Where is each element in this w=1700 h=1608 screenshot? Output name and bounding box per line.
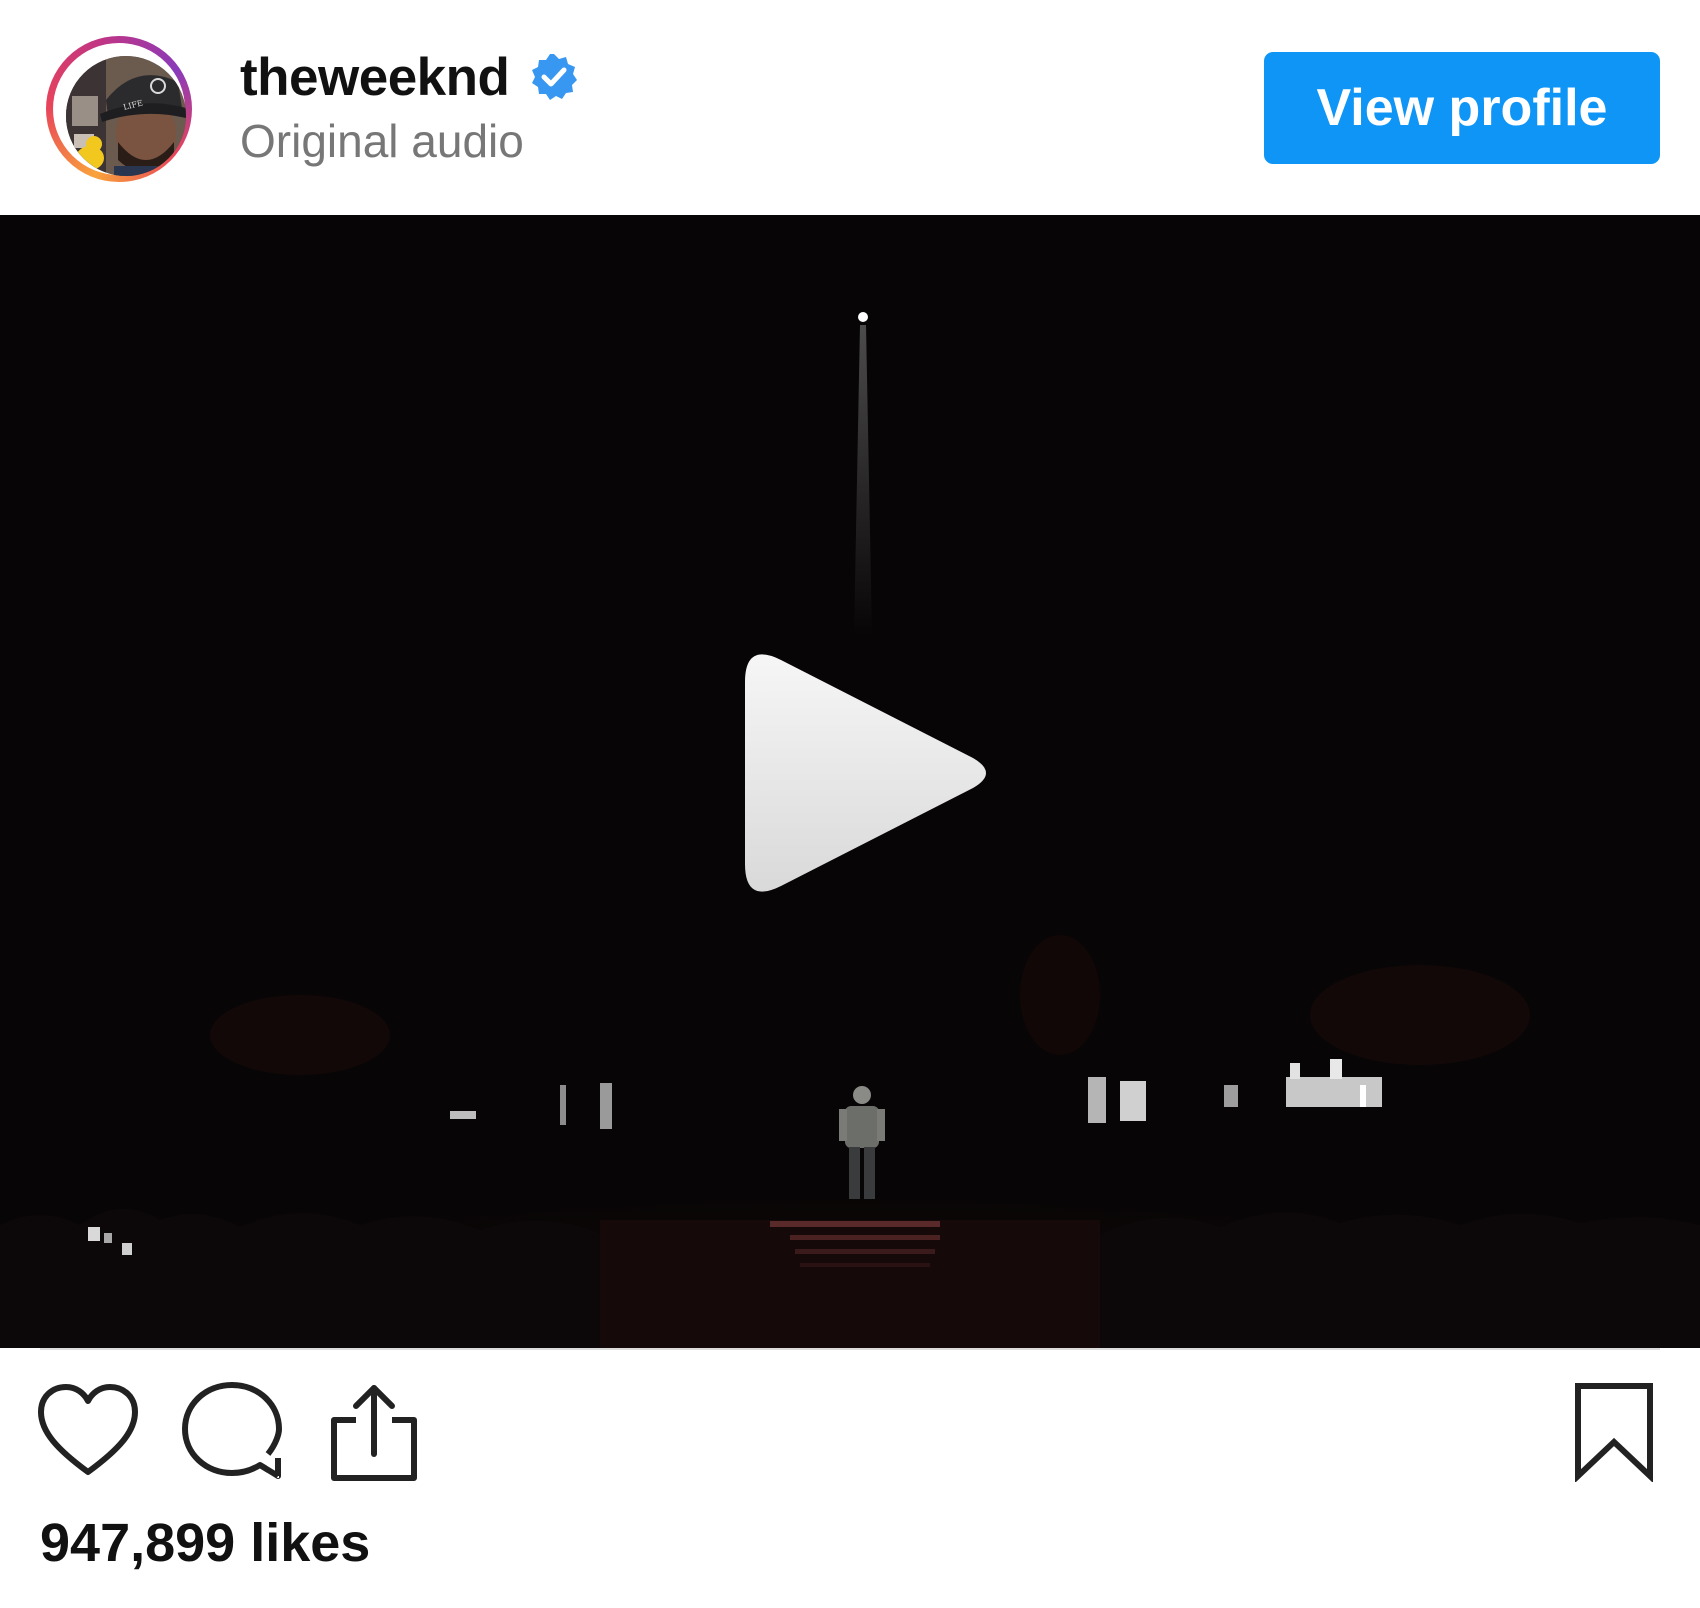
- divider: [40, 1348, 1660, 1350]
- verified-badge-icon: [529, 52, 579, 102]
- avatar-image: LIFE: [66, 56, 186, 176]
- play-button[interactable]: [737, 640, 993, 906]
- avatar-story-ring[interactable]: LIFE: [46, 36, 192, 182]
- video-player[interactable]: [0, 215, 1700, 1348]
- audio-label[interactable]: Original audio: [240, 114, 524, 168]
- share-icon[interactable]: [328, 1382, 420, 1482]
- comment-icon[interactable]: [182, 1382, 282, 1482]
- username[interactable]: theweeknd: [240, 47, 510, 108]
- view-profile-button[interactable]: View profile: [1264, 52, 1660, 164]
- avatar-ring-gap: LIFE: [53, 43, 186, 176]
- avatar[interactable]: LIFE: [66, 56, 186, 176]
- heart-icon[interactable]: [38, 1384, 138, 1480]
- username-row: theweeknd: [240, 46, 579, 108]
- play-icon: [745, 654, 986, 892]
- post-header: LIFE theweeknd Original audio View profi…: [0, 0, 1700, 215]
- likes-count[interactable]: 947,899 likes: [40, 1512, 370, 1574]
- bookmark-icon[interactable]: [1572, 1382, 1656, 1483]
